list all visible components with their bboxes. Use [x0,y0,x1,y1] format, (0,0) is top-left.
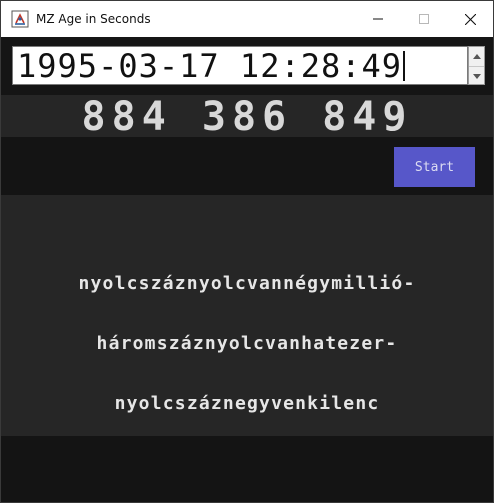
words-line-3: nyolcszáznegyvenkilenc [114,393,380,414]
date-time-value[interactable]: 1995-03-17 12:28:49 [17,48,402,84]
java-app-icon [11,10,29,28]
words-line-1: nyolcszáznyolcvannégymillió- [78,273,416,294]
text-caret [403,50,406,81]
maximize-button[interactable] [401,1,447,37]
triangle-down-icon [472,73,481,79]
words-panel: nyolcszáznyolcvannégymillió- háromszázny… [1,195,493,436]
seconds-display: 884 386 849 [1,94,493,140]
minimize-button[interactable] [355,1,401,37]
date-time-input[interactable]: 1995-03-17 12:28:49 [12,46,468,85]
words-line-2: háromszáznyolcvanhatezer- [96,333,398,354]
maximize-icon [419,14,429,24]
triangle-up-icon [472,54,481,59]
date-input-row: 1995-03-17 12:28:49 [1,37,493,95]
main-content: 1995-03-17 12:28:49 884 386 849 Start ny… [1,37,493,502]
bottom-area [1,436,493,502]
date-spinner[interactable] [468,46,485,85]
title-bar[interactable]: MZ Age in Seconds [1,1,493,37]
start-button[interactable]: Start [394,147,475,187]
spinner-down-button[interactable] [469,66,484,85]
window-controls [355,1,493,37]
window-title: MZ Age in Seconds [36,12,151,26]
spinner-up-button[interactable] [469,47,484,66]
app-window: MZ Age in Seconds 1995-03-17 12:28:49 88… [0,0,494,503]
minimize-icon [373,18,383,20]
seconds-value: 884 386 849 [81,94,413,140]
close-button[interactable] [447,1,493,37]
control-row: Start [1,137,493,195]
close-icon [464,13,476,25]
